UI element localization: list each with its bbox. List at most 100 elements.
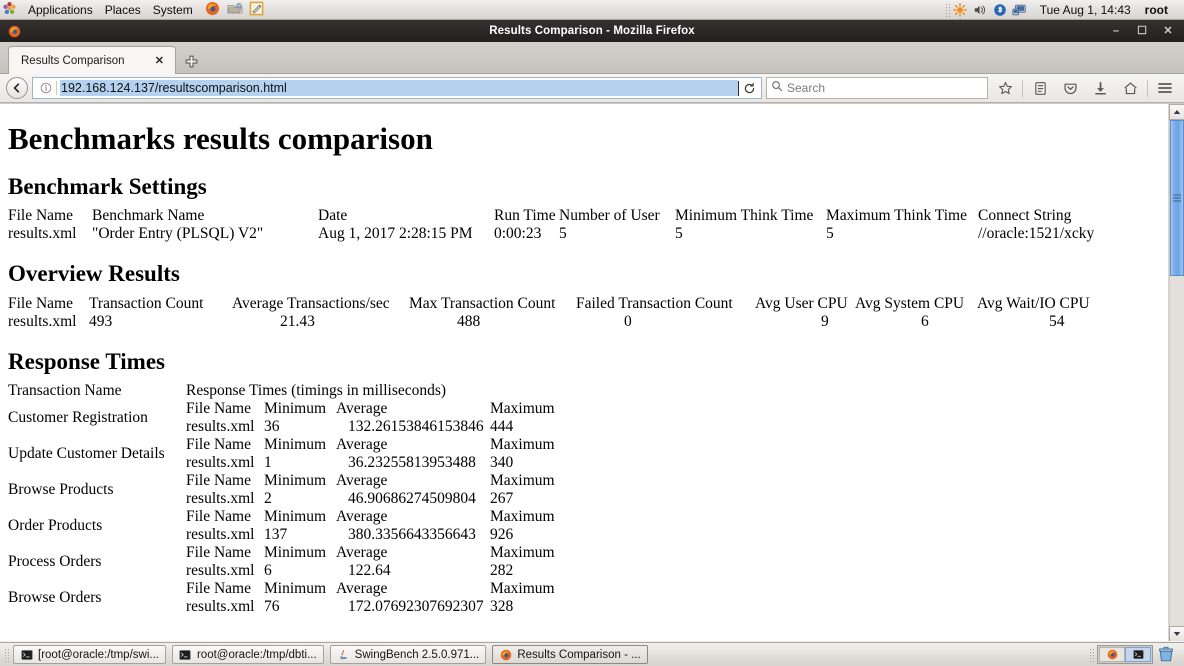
window-titlebar: Results Comparison - Mozilla Firefox – ☐…: [0, 20, 1184, 42]
td-file-name: results.xml: [186, 525, 255, 543]
close-icon[interactable]: ✕: [150, 54, 169, 67]
taskbar-item-1[interactable]: root@oracle:/tmp/dbti...: [171, 645, 324, 664]
th-maximum: Maximum: [490, 543, 555, 561]
th-minimum: Minimum: [264, 399, 327, 417]
vertical-scrollbar[interactable]: [1168, 104, 1184, 641]
th-avg-user-cpu: Avg User CPU: [755, 294, 848, 312]
file-manager-launcher-icon[interactable]: [225, 1, 247, 19]
td-run-time: 0:00:23: [494, 225, 542, 243]
page-info-icon[interactable]: [37, 82, 55, 94]
search-input[interactable]: Search: [787, 81, 825, 95]
response-times-inner-table: File Name Minimum Average Maximum results.xm…: [186, 400, 555, 436]
td-failed-transaction-count: 0: [624, 312, 632, 330]
th-file-name: File Name: [186, 435, 251, 453]
text-editor-launcher-icon[interactable]: [247, 1, 269, 19]
scrollbar-track[interactable]: [1169, 120, 1184, 626]
th-transaction-name: Transaction Name: [8, 381, 122, 399]
table-header-row: File Name Benchmark Name Date Run Time N…: [8, 207, 1094, 225]
th-connect-string: Connect String: [978, 207, 1072, 225]
th-minimum: Minimum: [264, 507, 327, 525]
clock[interactable]: Tue Aug 1, 14:43: [1030, 3, 1141, 17]
tab-strip: Results Comparison ✕: [0, 42, 1184, 74]
taskbar-item-label: [root@oracle:/tmp/swi...: [38, 648, 159, 661]
td-minimum: 6: [264, 561, 272, 579]
response-times-inner-table: File Name Minimum Average Maximum results.xm…: [186, 508, 555, 544]
bluetooth-icon[interactable]: [990, 0, 1010, 20]
table-header-row: File Name Minimum Average Maximum: [186, 580, 555, 598]
firefox-icon: [499, 648, 512, 661]
th-max-transaction-count: Max Transaction Count: [409, 294, 556, 312]
taskbar-item-2[interactable]: SwingBench 2.5.0.971...: [329, 645, 487, 664]
url-bar[interactable]: 192.168.124.137/resultscomparison.html: [32, 77, 762, 99]
table-data-row: results.xml 6 122.64 282: [186, 562, 555, 580]
menu-places[interactable]: Places: [99, 0, 147, 20]
workspace-1[interactable]: [1099, 647, 1125, 662]
transaction-name-cell: Browse Orders: [8, 588, 102, 606]
th-average: Average: [336, 507, 388, 525]
bottom-taskbar: [root@oracle:/tmp/swi... root@oracle:/tmp…: [0, 642, 1184, 666]
table-row: Order Products File Name Minimum Average Max…: [8, 508, 555, 544]
trash-icon[interactable]: [1156, 645, 1176, 664]
workspace-switcher[interactable]: [1097, 645, 1153, 664]
th-minimum-think-time: Minimum Think Time: [675, 207, 814, 225]
td-file-name: results.xml: [8, 225, 77, 243]
back-arrow-icon[interactable]: [6, 77, 28, 99]
table-row: results.xml 493 21.43 488 0 9 6 54: [8, 313, 1090, 331]
menu-applications[interactable]: Applications: [22, 0, 99, 20]
desktop-screen: Applications Places System Tue Aug 1, 14…: [0, 0, 1184, 666]
java-icon: [337, 648, 350, 661]
response-times-cell: File Name Minimum Average Maximum results.xm…: [186, 544, 555, 580]
url-input[interactable]: 192.168.124.137/resultscomparison.html: [60, 80, 738, 96]
menu-system[interactable]: System: [147, 0, 199, 20]
window-close-button[interactable]: ✕: [1162, 25, 1174, 37]
td-average: 132.26153846153846: [348, 417, 484, 435]
td-maximum-think-time: 5: [826, 225, 834, 243]
window-minimize-button[interactable]: –: [1110, 25, 1122, 37]
response-times-inner-table: File Name Minimum Average Maximum results.xm…: [186, 544, 555, 580]
scrollbar-thumb[interactable]: [1170, 120, 1184, 276]
table-data-row: results.xml 76 172.07692307692307 328: [186, 598, 555, 616]
taskbar-item-3[interactable]: Results Comparison - ...: [492, 645, 648, 664]
window-maximize-button[interactable]: ☐: [1136, 25, 1148, 37]
pocket-icon[interactable]: [1057, 76, 1083, 100]
workspace-2[interactable]: [1125, 647, 1151, 662]
th-maximum: Maximum: [490, 399, 555, 417]
tray-handle: [944, 2, 950, 17]
search-bar[interactable]: Search: [766, 77, 988, 99]
reader-list-icon[interactable]: [1027, 76, 1053, 100]
td-maximum: 926: [490, 525, 514, 543]
td-transaction-count: 493: [89, 312, 113, 330]
downloads-icon[interactable]: [1087, 76, 1113, 100]
th-minimum: Minimum: [264, 543, 327, 561]
network-icon[interactable]: [1010, 0, 1030, 20]
td-maximum: 267: [490, 489, 514, 507]
new-tab-button[interactable]: [176, 48, 206, 74]
brightness-icon[interactable]: [950, 0, 970, 20]
menu-hamburger-icon[interactable]: [1152, 76, 1178, 100]
gnome-top-panel: Applications Places System Tue Aug 1, 14…: [0, 0, 1184, 20]
th-date: Date: [318, 207, 348, 225]
transaction-name-cell: Browse Products: [8, 480, 114, 498]
firefox-launcher-icon[interactable]: [203, 1, 225, 19]
tab-results-comparison[interactable]: Results Comparison ✕: [8, 46, 176, 74]
firefox-icon: [1106, 648, 1119, 661]
th-file-name: File Name: [186, 507, 251, 525]
response-times-inner-table: File Name Minimum Average Maximum results.xm…: [186, 472, 555, 508]
search-icon: [771, 79, 783, 97]
applications-menu-icon[interactable]: [0, 1, 22, 19]
transaction-name-cell: Customer Registration: [8, 408, 148, 426]
table-data-row: results.xml 36 132.26153846153846 444: [186, 418, 555, 436]
volume-icon[interactable]: [970, 0, 990, 20]
th-average: Average: [336, 435, 388, 453]
scroll-up-button[interactable]: [1169, 104, 1184, 120]
scroll-down-button[interactable]: [1169, 626, 1184, 641]
scrollbar-grip: [1173, 194, 1181, 202]
th-minimum: Minimum: [264, 471, 327, 489]
user-menu[interactable]: root: [1141, 3, 1176, 17]
th-avg-system-cpu: Avg System CPU: [855, 294, 965, 312]
bookmark-star-icon[interactable]: [992, 76, 1018, 100]
home-icon[interactable]: [1117, 76, 1143, 100]
taskbar-item-0[interactable]: [root@oracle:/tmp/swi...: [13, 645, 166, 664]
reload-icon[interactable]: [739, 82, 759, 95]
table-header-row: File Name Minimum Average Maximum: [186, 400, 555, 418]
